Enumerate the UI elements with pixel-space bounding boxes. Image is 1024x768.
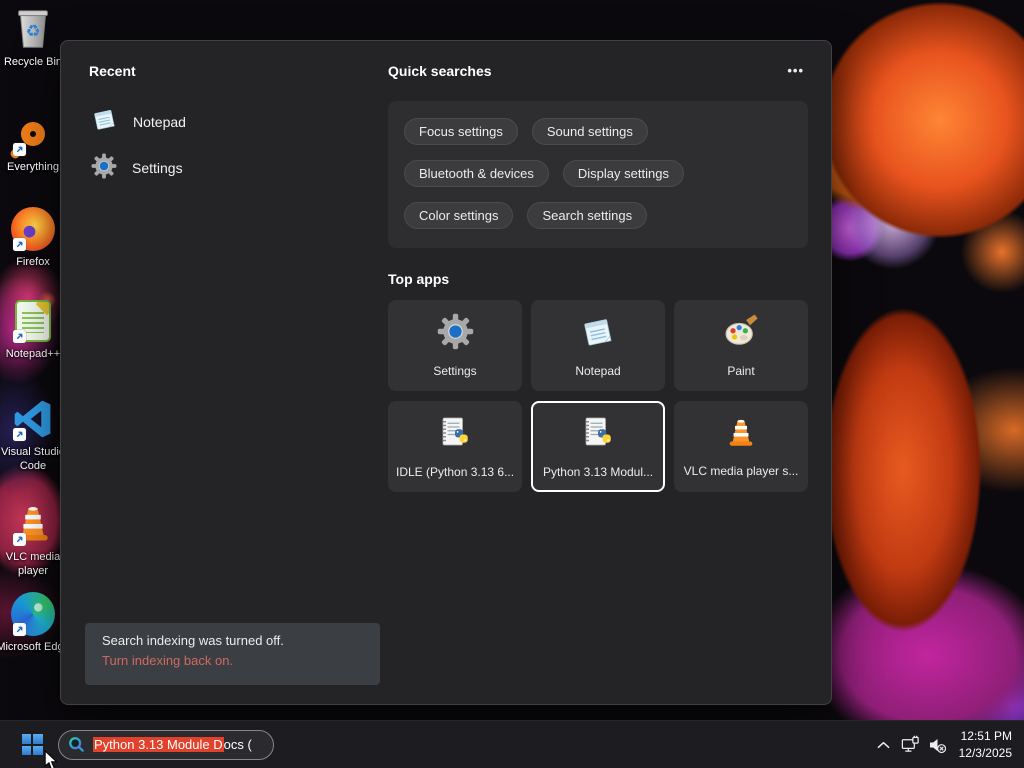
top-app-tile-python-module-docs[interactable]: Python 3.13 Modul... [531,401,665,492]
desktop-icon-label: Recycle Bin [3,56,63,68]
clock-date: 12/3/2025 [958,745,1012,760]
quick-searches-heading: Quick searches [388,63,492,79]
shortcut-arrow-icon [13,143,26,156]
search-flyout-panel: Recent Notepad Settings Quick searches •… [60,40,832,705]
quick-search-pill-search-settings[interactable]: Search settings [527,202,648,229]
turn-indexing-on-link[interactable]: Turn indexing back on. [102,653,363,668]
top-apps-heading: Top apps [388,271,450,287]
shortcut-arrow-icon [13,623,26,636]
everything-search-icon [8,110,57,161]
quick-searches-card: Focus settings Sound settings Bluetooth … [388,101,808,248]
top-app-tile-paint[interactable]: Paint [674,300,808,391]
firefox-icon [9,205,57,253]
top-app-label: Settings [433,364,477,378]
svg-text:♻: ♻ [26,23,41,41]
recent-section: Recent Notepad Settings [89,63,359,191]
recycle-bin-icon: ♻ [9,5,57,53]
indexing-notice: Search indexing was turned off. Turn ind… [85,623,380,685]
settings-gear-icon [91,153,117,184]
vlc-cone-icon [724,416,758,455]
start-button[interactable] [14,725,50,765]
top-app-label: Python 3.13 Modul... [542,464,654,479]
quick-search-pill-display-settings[interactable]: Display settings [562,160,684,187]
quick-search-pill-sound-settings[interactable]: Sound settings [531,118,648,145]
taskbar: Python 3.13 Module Docs (12:51 PM 12/3/… [0,720,1024,768]
more-options-button[interactable]: ••• [783,64,808,78]
notepad-icon [91,106,118,138]
recent-item-notepad[interactable]: Notepad [89,99,359,145]
python-doc-icon [580,415,616,456]
notepad-plus-plus-icon [9,297,57,345]
python-doc-icon [437,415,473,456]
vscode-icon [9,395,57,443]
search-icon [68,736,85,753]
search-text-highlighted: Python 3.13 Module D [93,737,224,752]
tray-network-icon[interactable] [897,725,924,765]
screen: ♻ Recycle Bin Everything Firefox Notepad… [0,0,1024,768]
top-app-tile-notepad[interactable]: Notepad [531,300,665,391]
recent-item-label: Notepad [133,114,186,130]
taskbar-search-box[interactable]: Python 3.13 Module Docs ( [58,729,274,760]
top-apps-grid: Settings Notepad Paint IDLE (Python 3.13… [388,300,808,492]
desktop-icon-label: Notepad++ [5,348,61,360]
quick-searches-header: Quick searches ••• [388,63,808,79]
search-input-text: Python 3.13 Module Docs ( [93,737,252,752]
tray-volume-muted-icon[interactable] [924,725,951,765]
shortcut-arrow-icon [13,533,26,546]
shortcut-arrow-icon [13,330,26,343]
quick-search-pill-bluetooth-devices[interactable]: Bluetooth & devices [404,160,549,187]
top-app-tile-idle-python[interactable]: IDLE (Python 3.13 6... [388,401,522,492]
tray-chevron-up-icon[interactable] [870,725,897,765]
indexing-notice-message: Search indexing was turned off. [102,633,284,648]
vlc-cone-icon [9,500,57,548]
top-app-tile-vlc[interactable]: VLC media player s... [674,401,808,492]
edge-icon [9,590,57,638]
recent-item-label: Settings [132,160,183,176]
recent-item-settings[interactable]: Settings [89,145,359,191]
shortcut-arrow-icon [13,238,26,251]
top-app-label: VLC media player s... [683,463,799,478]
desktop-icon-label: Firefox [16,256,50,268]
system-tray: 12:51 PM 12/3/2025 [870,725,1024,765]
top-app-label: Notepad [575,363,621,378]
desktop-icon-label: Everything [7,161,59,173]
taskbar-clock[interactable]: 12:51 PM 12/3/2025 [959,728,1012,760]
settings-gear-icon [437,313,474,355]
quick-search-pill-color-settings[interactable]: Color settings [404,202,514,229]
top-app-tile-settings[interactable]: Settings [388,300,522,391]
paint-palette-icon [723,313,760,355]
notepad-icon [580,314,616,355]
shortcut-arrow-icon [13,428,26,441]
search-text-rest: ocs ( [223,737,252,752]
clock-time: 12:51 PM [960,729,1012,744]
windows-logo-icon [21,734,43,755]
top-app-label: IDLE (Python 3.13 6... [396,464,514,479]
top-app-label: Paint [727,364,755,378]
recent-heading: Recent [89,63,136,79]
quick-search-pill-focus-settings[interactable]: Focus settings [404,118,518,145]
